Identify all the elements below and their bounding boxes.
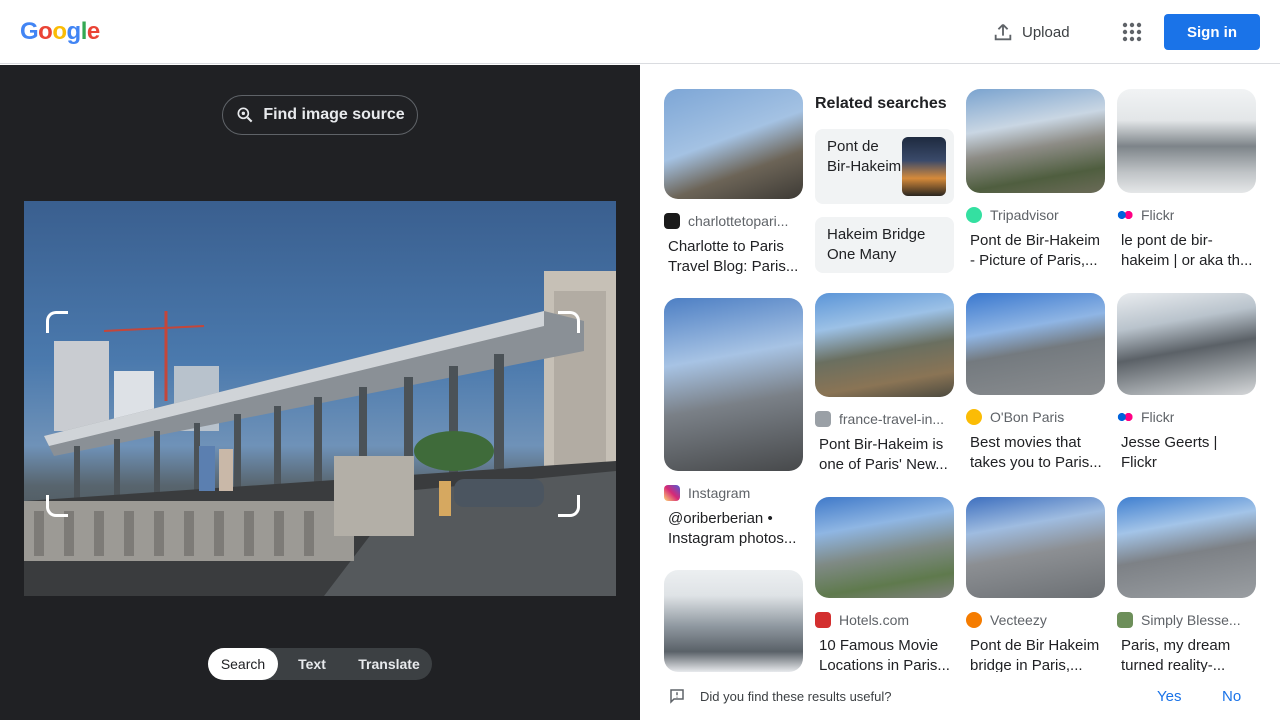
sign-in-button[interactable]: Sign in: [1164, 14, 1260, 50]
crop-handle-bottom-left[interactable]: [46, 495, 68, 517]
site-favicon-icon: [1117, 612, 1133, 628]
result-source[interactable]: charlottetopari...: [664, 213, 803, 229]
result-card[interactable]: Hotels.com 10 Famous Movie Locations in …: [815, 497, 954, 676]
related-search-label: Pont de Bir-Hakeim: [827, 138, 902, 175]
feedback-icon: [670, 689, 684, 704]
related-search-chip[interactable]: Hakeim Bridge One Many: [815, 217, 954, 273]
mode-translate-tab[interactable]: Translate: [346, 648, 432, 680]
find-image-source-button[interactable]: Find image source: [222, 95, 418, 135]
mode-switcher: Search Text Translate: [208, 648, 432, 680]
result-card[interactable]: [664, 570, 803, 672]
result-card[interactable]: Simply Blesse... Paris, my dream turned …: [1117, 497, 1256, 676]
google-apps-icon[interactable]: [1120, 20, 1144, 44]
crop-handle-bottom-right[interactable]: [558, 495, 580, 517]
result-thumbnail[interactable]: [664, 570, 803, 672]
instagram-icon: [664, 485, 680, 501]
result-title[interactable]: Best movies that takes you to Paris...: [966, 433, 1105, 473]
result-thumbnail[interactable]: [664, 89, 803, 199]
result-title[interactable]: Pont de Bir-Hakeim - Picture of Paris,..…: [966, 231, 1105, 271]
header: Google Upload Sign in: [0, 0, 1280, 64]
result-source[interactable]: O'Bon Paris: [966, 409, 1105, 425]
result-source[interactable]: Simply Blesse...: [1117, 612, 1256, 628]
related-search-chip[interactable]: Pont de Bir-Hakeim: [815, 129, 954, 204]
lens-search-icon: [237, 107, 253, 123]
result-title[interactable]: Jesse Geerts | Flickr: [1117, 433, 1256, 473]
site-favicon-icon: [815, 612, 831, 628]
result-source[interactable]: Instagram: [664, 485, 803, 501]
result-card[interactable]: france-travel-in... Pont Bir-Hakeim is o…: [815, 293, 954, 475]
crop-handle-top-right[interactable]: [558, 311, 580, 333]
result-thumbnail[interactable]: [1117, 89, 1256, 193]
vecteezy-icon: [966, 612, 982, 628]
upload-label: Upload: [1022, 23, 1070, 41]
related-search-thumbnail: [902, 137, 946, 196]
result-thumbnail[interactable]: [1117, 497, 1256, 598]
site-favicon-icon: [664, 213, 680, 229]
logo-letter: g: [66, 18, 82, 45]
find-image-source-label: Find image source: [263, 106, 405, 123]
site-favicon-icon: [966, 409, 982, 425]
tripadvisor-icon: [966, 207, 982, 223]
result-title[interactable]: @oriberberian • Instagram photos...: [664, 509, 803, 549]
site-favicon-icon: [815, 411, 831, 427]
result-title[interactable]: Paris, my dream turned reality-...: [1117, 636, 1256, 676]
mode-text-tab[interactable]: Text: [278, 648, 346, 680]
flickr-icon: [1117, 409, 1133, 425]
logo-letter: o: [38, 18, 53, 45]
result-source[interactable]: france-travel-in...: [815, 411, 954, 427]
result-source[interactable]: Tripadvisor: [966, 207, 1105, 223]
image-preview-panel: Find image source Search Text Translate: [0, 65, 640, 720]
upload-icon: [994, 24, 1012, 41]
results-panel: charlottetopari... Charlotte to Paris Tr…: [640, 65, 1280, 720]
result-thumbnail[interactable]: [966, 293, 1105, 395]
result-card[interactable]: O'Bon Paris Best movies that takes you t…: [966, 293, 1105, 473]
result-title[interactable]: le pont de bir-hakeim | or aka th...: [1117, 231, 1256, 271]
mode-search-tab[interactable]: Search: [208, 648, 278, 680]
result-thumbnail[interactable]: [815, 497, 954, 598]
result-source[interactable]: Vecteezy: [966, 612, 1105, 628]
result-source[interactable]: Hotels.com: [815, 612, 954, 628]
crop-handle-top-left[interactable]: [46, 311, 68, 333]
result-thumbnail[interactable]: [664, 298, 803, 471]
related-searches-heading: Related searches: [815, 95, 947, 112]
feedback-question: Did you find these results useful?: [668, 687, 892, 705]
feedback-no-button[interactable]: No: [1222, 688, 1241, 705]
result-title[interactable]: 10 Famous Movie Locations in Paris...: [815, 636, 954, 676]
result-card[interactable]: charlottetopari... Charlotte to Paris Tr…: [664, 89, 803, 277]
result-source[interactable]: Flickr: [1117, 409, 1256, 425]
result-thumbnail[interactable]: [815, 293, 954, 397]
result-title[interactable]: Charlotte to Paris Travel Blog: Paris...: [664, 237, 803, 277]
result-card[interactable]: Instagram @oriberberian • Instagram phot…: [664, 298, 803, 549]
logo-letter: o: [52, 18, 67, 45]
result-card[interactable]: Flickr le pont de bir-hakeim | or aka th…: [1117, 89, 1256, 271]
google-logo[interactable]: Google: [20, 18, 100, 46]
result-card[interactable]: Tripadvisor Pont de Bir-Hakeim - Picture…: [966, 89, 1105, 271]
result-thumbnail[interactable]: [966, 497, 1105, 598]
feedback-question-text: Did you find these results useful?: [700, 688, 892, 704]
feedback-yes-button[interactable]: Yes: [1157, 688, 1181, 705]
flickr-icon: [1117, 207, 1133, 223]
result-thumbnail[interactable]: [1117, 293, 1256, 395]
result-card[interactable]: Vecteezy Pont de Bir Hakeim bridge in Pa…: [966, 497, 1105, 676]
result-card[interactable]: Flickr Jesse Geerts | Flickr: [1117, 293, 1256, 473]
upload-button[interactable]: Upload: [992, 20, 1070, 44]
result-title[interactable]: Pont de Bir Hakeim bridge in Paris,...: [966, 636, 1105, 676]
logo-letter: e: [86, 18, 100, 45]
logo-letter: G: [20, 18, 39, 45]
result-thumbnail[interactable]: [966, 89, 1105, 193]
result-source[interactable]: Flickr: [1117, 207, 1256, 223]
selection-crop-box[interactable]: [46, 311, 580, 517]
related-search-label: Hakeim Bridge One Many: [827, 226, 926, 263]
feedback-bar: Did you find these results useful? Yes N…: [640, 672, 1280, 720]
result-title[interactable]: Pont Bir-Hakeim is one of Paris' New...: [815, 435, 954, 475]
